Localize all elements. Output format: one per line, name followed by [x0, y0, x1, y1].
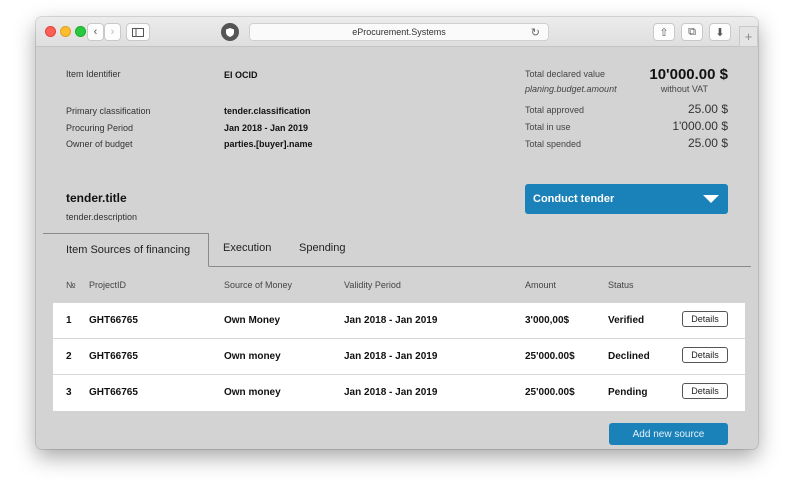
table-row: 2 GHT66765 Own money Jan 2018 - Jan 2019…: [53, 339, 745, 375]
add-new-source-button[interactable]: Add new source: [609, 423, 728, 445]
details-button[interactable]: Details: [682, 311, 728, 327]
chevron-left-icon: ‹: [93, 26, 98, 38]
row-project-id: GHT66765: [89, 387, 138, 398]
row-project-id: GHT66765: [89, 351, 138, 362]
owner-of-budget-label: Owner of budget: [66, 139, 133, 149]
item-identifier-label: Item Identifier: [66, 69, 121, 79]
minimize-window-button[interactable]: [60, 26, 71, 37]
tab-sources-of-financing[interactable]: Item Sources of financing: [43, 233, 209, 267]
share-icon: ⇧: [659, 26, 669, 39]
conduct-tender-dropdown[interactable]: Conduct tender: [525, 184, 728, 214]
row-amount: 25'000.00$: [525, 387, 575, 398]
browser-toolbar: ‹ › eProcurement.Systems ↻ ⇧ ⧉ ⬇ +: [36, 17, 758, 47]
sidebar-icon: [132, 27, 144, 37]
new-tab-button[interactable]: +: [739, 26, 758, 47]
row-period: Jan 2018 - Jan 2019: [344, 387, 438, 398]
total-declared-value: 10'000.00 $: [649, 66, 728, 83]
owner-of-budget-value: parties.[buyer].name: [224, 139, 313, 149]
privacy-badge[interactable]: [221, 23, 239, 41]
row-amount: 25'000.00$: [525, 351, 575, 362]
total-in-use-label: Total in use: [525, 122, 571, 132]
download-icon: ⬇: [715, 26, 725, 39]
primary-classification-label: Primary classification: [66, 106, 151, 116]
table-row: 3 GHT66765 Own money Jan 2018 - Jan 2019…: [53, 375, 745, 411]
tab-label: Item Sources of financing: [66, 244, 191, 256]
row-period: Jan 2018 - Jan 2019: [344, 351, 438, 362]
plus-icon: +: [744, 29, 753, 44]
column-header-amount: Amount: [525, 280, 557, 290]
total-in-use-value: 1'000.00 $: [672, 119, 728, 133]
procuring-period-value: Jan 2018 - Jan 2019: [224, 123, 309, 133]
share-button[interactable]: ⇧: [653, 23, 675, 41]
row-source: Own money: [224, 351, 281, 362]
total-approved-label: Total approved: [525, 105, 585, 115]
row-status: Declined: [608, 351, 650, 362]
chevron-right-icon: ›: [110, 26, 115, 38]
url-text: eProcurement.Systems: [352, 27, 446, 37]
item-identifier-value: EI OCID: [224, 70, 258, 80]
procuring-period-label: Procuring Period: [66, 123, 134, 133]
column-header-status: Status: [608, 280, 634, 290]
browser-window: ‹ › eProcurement.Systems ↻ ⇧ ⧉ ⬇ + Item …: [36, 17, 758, 449]
total-declared-label: Total declared value: [525, 69, 606, 79]
row-number: 3: [66, 387, 72, 398]
tab-spending[interactable]: Spending: [299, 242, 346, 254]
total-spended-label: Total spended: [525, 139, 582, 149]
primary-classification-value: tender.classification: [224, 106, 311, 116]
total-spended-value: 25.00 $: [687, 136, 728, 150]
shield-icon: [226, 27, 234, 37]
page-content: Item Identifier EI OCID Primary classifi…: [43, 47, 751, 445]
column-header-number: №: [66, 280, 76, 290]
reload-icon[interactable]: ↻: [531, 26, 540, 39]
conduct-tender-label: Conduct tender: [533, 193, 615, 205]
tender-title: tender.title: [66, 191, 127, 205]
sidebar-toggle-button[interactable]: [126, 23, 150, 41]
row-status: Verified: [608, 315, 645, 326]
table-row: 1 GHT66765 Own Money Jan 2018 - Jan 2019…: [53, 303, 745, 339]
row-number: 1: [66, 315, 72, 326]
row-source: Own Money: [224, 315, 281, 326]
tab-execution[interactable]: Execution: [223, 242, 271, 254]
tabs-overview-button[interactable]: ⧉: [681, 23, 703, 41]
declared-source-field: planing.budget.amount: [525, 84, 617, 94]
financing-table: 1 GHT66765 Own Money Jan 2018 - Jan 2019…: [53, 303, 745, 411]
forward-button[interactable]: ›: [104, 23, 121, 41]
row-period: Jan 2018 - Jan 2019: [344, 315, 438, 326]
total-approved-value: 25.00 $: [687, 102, 728, 116]
details-button[interactable]: Details: [682, 383, 728, 399]
details-button[interactable]: Details: [682, 347, 728, 363]
close-window-button[interactable]: [45, 26, 56, 37]
row-amount: 3'000,00$: [525, 315, 570, 326]
tabs-icon: ⧉: [688, 25, 696, 38]
zoom-window-button[interactable]: [75, 26, 86, 37]
row-status: Pending: [608, 387, 648, 398]
column-header-project-id: ProjectID: [89, 280, 127, 290]
row-source: Own money: [224, 387, 281, 398]
row-project-id: GHT66765: [89, 315, 138, 326]
tender-description: tender.description: [66, 212, 138, 222]
row-number: 2: [66, 351, 72, 362]
column-header-validity: Validity Period: [344, 280, 401, 290]
back-button[interactable]: ‹: [87, 23, 104, 41]
column-header-source: Source of Money: [224, 280, 293, 290]
vat-note: without VAT: [660, 84, 708, 94]
downloads-button[interactable]: ⬇: [709, 23, 731, 41]
address-bar[interactable]: eProcurement.Systems ↻: [249, 23, 549, 41]
chevron-down-icon: [703, 195, 719, 203]
